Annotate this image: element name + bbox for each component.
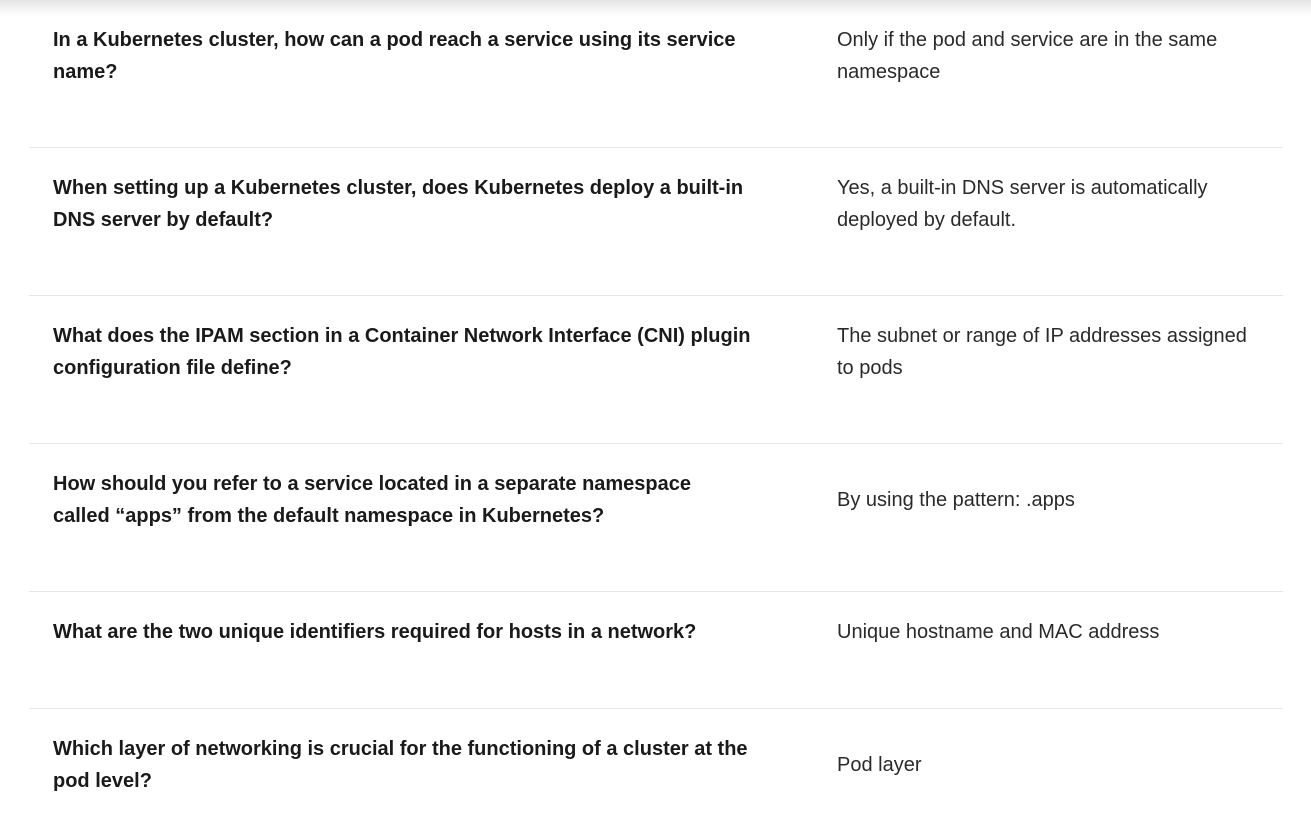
faq-row: What are the two unique identifiers requ… xyxy=(29,592,1283,709)
faq-answer: By using the pattern: .apps xyxy=(837,489,1075,511)
faq-question: What does the IPAM section in a Containe… xyxy=(53,325,751,379)
faq-question: Which layer of networking is crucial for… xyxy=(53,738,748,792)
faq-answer: Yes, a built-in DNS server is automatica… xyxy=(837,177,1208,231)
faq-row: What does the IPAM section in a Containe… xyxy=(29,296,1283,444)
faq-row: When setting up a Kubernetes cluster, do… xyxy=(29,148,1283,296)
faq-answer: Only if the pod and service are in the s… xyxy=(837,29,1218,83)
faq-answer: Unique hostname and MAC address xyxy=(837,621,1160,643)
faq-row: In a Kubernetes cluster, how can a pod r… xyxy=(29,0,1283,148)
faq-question: How should you refer to a service locate… xyxy=(53,473,692,527)
faq-row: How should you refer to a service locate… xyxy=(29,444,1283,592)
faq-question: In a Kubernetes cluster, how can a pod r… xyxy=(53,29,736,83)
faq-answer: Pod layer xyxy=(837,754,922,776)
faq-answer: The subnet or range of IP addresses assi… xyxy=(837,325,1247,379)
faq-question: What are the two unique identifiers requ… xyxy=(53,621,697,643)
faq-question: When setting up a Kubernetes cluster, do… xyxy=(53,177,744,231)
faq-list: In a Kubernetes cluster, how can a pod r… xyxy=(29,0,1283,826)
faq-row: Which layer of networking is crucial for… xyxy=(29,709,1283,826)
